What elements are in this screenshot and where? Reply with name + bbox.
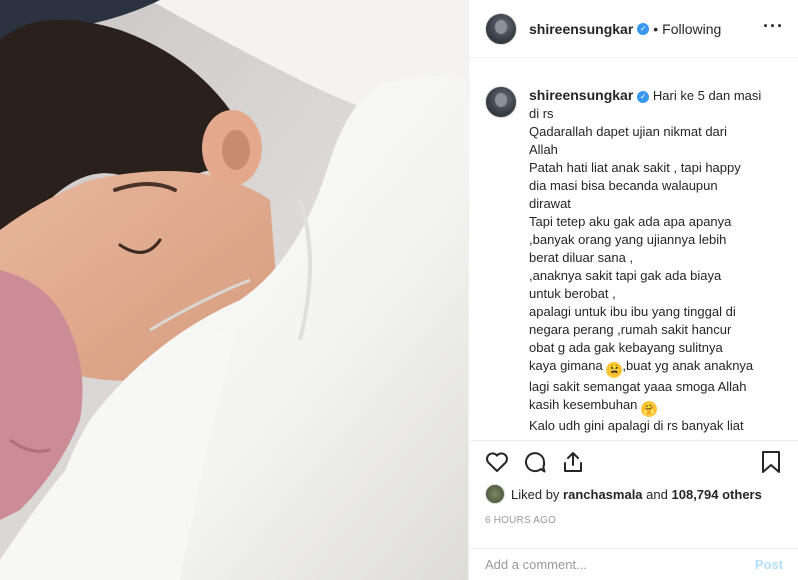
like-button[interactable] xyxy=(483,448,511,476)
caption-line: Qadarallah dapet ujian nikmat dari xyxy=(529,124,728,139)
following-button[interactable]: Following xyxy=(662,21,721,37)
comment-form: Post xyxy=(469,548,798,580)
caption-line: Tapi tetep aku gak ada apa apanya xyxy=(529,214,732,229)
share-button[interactable] xyxy=(559,448,587,476)
caption-block: shireensungkar ✓ Hari ke 5 dan masi di rs… xyxy=(469,58,798,440)
caption-line: ,banyak orang yang ujiannya lebih xyxy=(529,232,727,247)
caption-line: dia masi bisa becanda walaupun xyxy=(529,178,718,193)
caption-line: Allah xyxy=(529,142,558,157)
likes-summary: Liked by ranchasmala and 108,794 others xyxy=(485,484,762,504)
caption-line: kaya gimana 😫,buat yg anak anaknya xyxy=(529,358,754,378)
caption-line: dirawat xyxy=(529,196,571,211)
caption-author-username[interactable]: shireensungkar xyxy=(529,87,633,103)
liker-avatar[interactable] xyxy=(485,484,505,504)
action-bar xyxy=(469,440,798,482)
caption-line: untuk berobat , xyxy=(529,286,616,301)
caption-author-avatar[interactable] xyxy=(485,86,517,118)
caption-line: obat g ada gak kebayang sulitnya xyxy=(529,340,723,355)
hugging-face-emoji-icon: 🤗 xyxy=(641,401,658,417)
likes-count-link[interactable]: 108,794 others xyxy=(672,487,762,502)
caption-line: Kalo udh gini apalagi di rs banyak liat xyxy=(529,418,744,433)
bookmark-icon xyxy=(762,450,780,473)
comment-button[interactable] xyxy=(521,448,549,476)
post-comment-button[interactable]: Post xyxy=(755,557,783,572)
liked-by-and: and xyxy=(646,486,668,502)
caption-line: apalagi untuk ibu ibu yang tinggal di xyxy=(529,304,736,319)
instagram-post-view: shireensungkar ✓ • Following ··· shireen… xyxy=(0,0,798,580)
liked-by-prefix: Liked by xyxy=(511,486,560,502)
author-username[interactable]: shireensungkar xyxy=(529,21,633,37)
caption-line: shireensungkar ✓ Hari ke 5 dan masi xyxy=(529,87,762,103)
caption-line: Patah hati liat anak sakit , tapi happy xyxy=(529,160,741,175)
verified-badge-icon: ✓ xyxy=(637,91,650,103)
caption-line: berat diluar sana , xyxy=(529,250,634,265)
caption-line: lagi sakit semangat yaaa smoga Allah xyxy=(529,379,747,394)
caption-line: negara perang ,rumah sakit hancur xyxy=(529,322,732,337)
comment-input[interactable] xyxy=(485,557,755,572)
caption-text: shireensungkar ✓ Hari ke 5 dan masi di rs… xyxy=(529,86,782,440)
share-icon xyxy=(564,451,582,472)
caption-line: ,anaknya sakit tapi gak ada biaya xyxy=(529,268,722,283)
sleeping-child-image xyxy=(0,0,468,580)
heart-icon xyxy=(486,451,508,472)
caption-line: di rs xyxy=(529,106,554,121)
separator-dot: • xyxy=(653,20,659,37)
liker-username[interactable]: ranchasmala xyxy=(563,487,643,502)
post-photo[interactable] xyxy=(0,0,468,580)
caption-line: kasih kesembuhan 🤗 xyxy=(529,397,658,417)
post-details-panel: shireensungkar ✓ • Following ··· shireen… xyxy=(468,0,798,580)
tired-face-emoji-icon: 😫 xyxy=(606,362,623,378)
verified-badge-icon: ✓ xyxy=(637,22,650,35)
post-header: shireensungkar ✓ • Following ··· xyxy=(469,0,798,58)
author-avatar[interactable] xyxy=(485,12,517,45)
more-options-icon[interactable]: ··· xyxy=(763,17,784,35)
comment-icon xyxy=(525,451,546,472)
save-button[interactable] xyxy=(757,448,785,476)
post-timestamp[interactable]: 6 HOURS AGO xyxy=(485,515,556,526)
